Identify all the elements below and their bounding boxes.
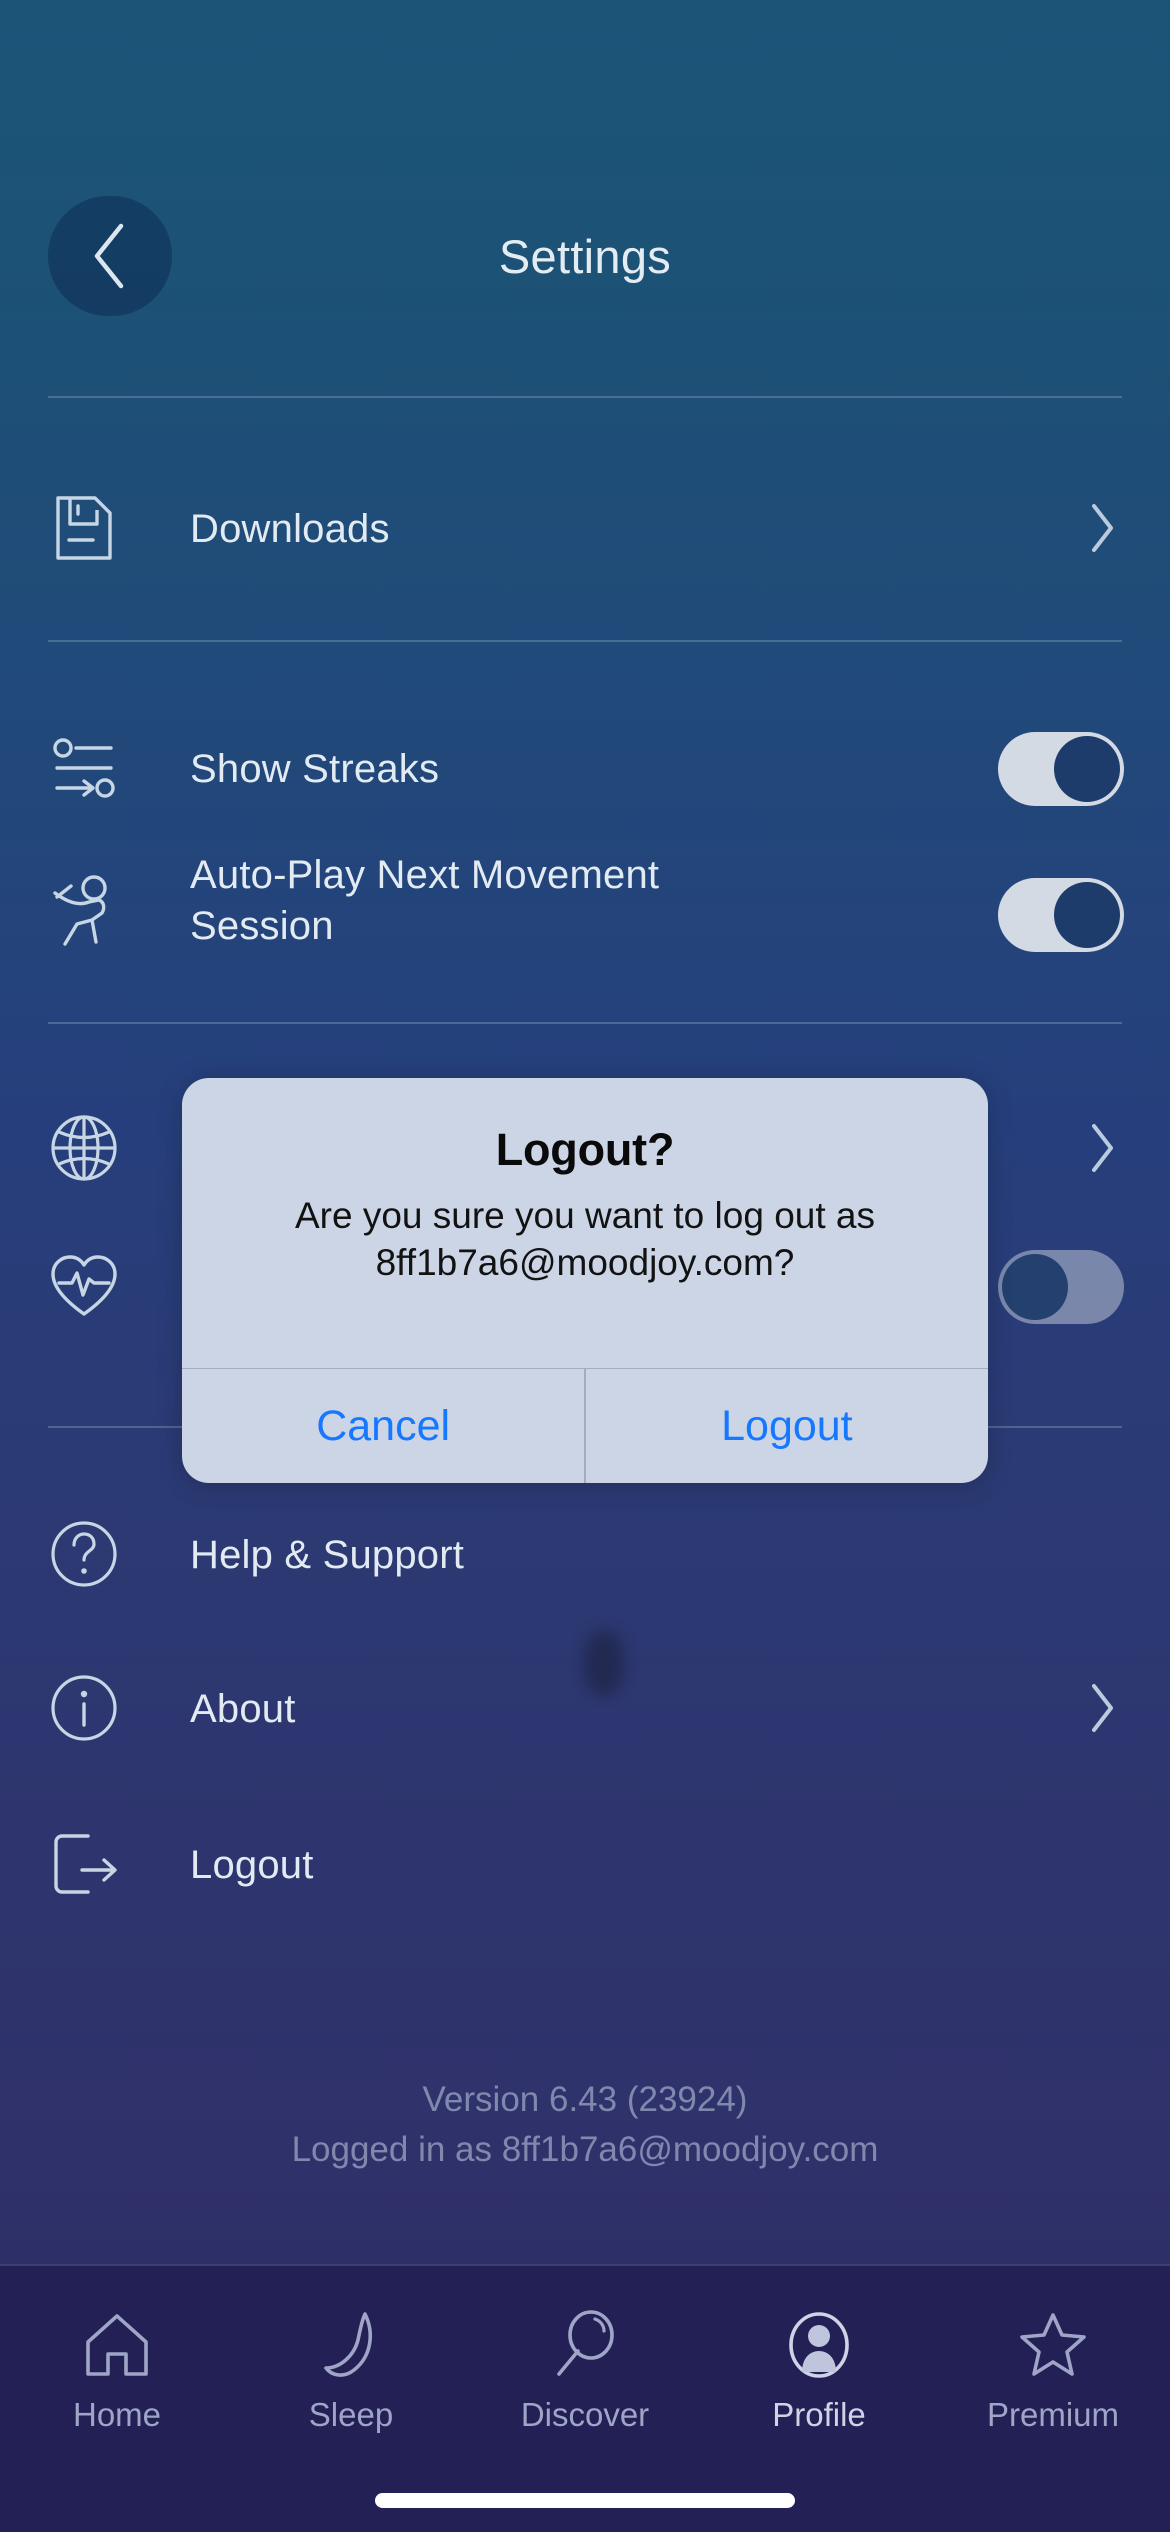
toggle-knob [1054,882,1120,948]
app-screen: Settings Downloads Show Streaks Auto-Pla… [0,0,1170,2532]
home-indicator [375,2493,795,2508]
dialog-message-line2: 8ff1b7a6@moodjoy.com? [375,1242,795,1284]
home-icon [80,2302,154,2382]
divider [48,640,1122,642]
divider [48,396,1122,398]
settings-row-downloads[interactable]: Downloads [0,482,1170,574]
person-circle-icon [782,2302,856,2382]
logged-in-as-text: Logged in as 8ff1b7a6@moodjoy.com [291,2129,879,2169]
star-icon [1016,2302,1090,2382]
chevron-right-icon[interactable] [1082,500,1122,556]
info-circle-icon [46,1670,122,1746]
tab-label: Premium [986,2396,1120,2433]
touch-indicator [583,1630,625,1696]
toggle-knob [1002,1254,1068,1320]
app-version-text: Version 6.43 (23924) [422,2080,748,2119]
dialog-body: Logout? Are you sure you want to log out… [182,1078,988,1368]
bottom-tab-bar: Home Sleep Discover Profile Premium [0,2264,1170,2532]
download-file-icon [46,490,122,566]
settings-row-show-streaks[interactable]: Show Streaks [0,722,1170,814]
moon-icon [314,2302,388,2382]
question-circle-icon [46,1516,122,1592]
settings-row-label: Logout [190,1843,314,1887]
tab-premium[interactable]: Premium [936,2266,1170,2532]
dialog-message-line1: Are you sure you want to log out as [294,1195,875,1236]
settings-row-label: Show Streaks [190,747,440,791]
logout-confirm-dialog: Logout? Are you sure you want to log out… [182,1078,988,1483]
dialog-title: Logout? [495,1124,675,1175]
streaks-icon [46,730,122,806]
autoplay-toggle[interactable] [998,878,1124,952]
movement-person-icon [46,872,122,948]
tab-label: Profile [772,2396,866,2433]
logout-arrow-icon [46,1826,122,1902]
magnifier-icon [548,2302,622,2382]
header: Settings [0,196,1170,316]
settings-row-label: Auto-Play Next Movement Session [190,853,660,949]
settings-row-help-support[interactable]: Help & Support [0,1508,1170,1600]
dialog-message: Are you sure you want to log out as 8ff1… [218,1192,952,1287]
settings-row-autoplay[interactable]: Auto-Play Next Movement Session [0,850,1170,980]
chevron-right-icon[interactable] [1082,1120,1122,1176]
page-title: Settings [498,229,672,283]
tab-label: Sleep [308,2396,394,2433]
settings-row-label: Downloads [190,507,390,551]
settings-row-label: Help & Support [190,1533,465,1577]
health-toggle[interactable] [998,1250,1124,1324]
tab-home[interactable]: Home [0,2266,234,2532]
globe-icon [46,1110,122,1186]
tab-label: Discover [520,2396,650,2433]
dialog-cancel-button[interactable]: Cancel [182,1369,584,1483]
toggle-knob [1054,736,1120,802]
footer-version-info: Version 6.43 (23924) Logged in as 8ff1b7… [0,2075,1170,2174]
show-streaks-toggle[interactable] [998,732,1124,806]
settings-row-label: About [190,1687,296,1731]
divider [48,1022,1122,1024]
tab-label: Home [72,2396,162,2433]
chevron-right-icon[interactable] [1082,1680,1122,1736]
dialog-buttons: Cancel Logout [182,1368,988,1483]
settings-row-logout[interactable]: Logout [0,1818,1170,1910]
heart-pulse-icon [46,1248,122,1324]
dialog-logout-button[interactable]: Logout [586,1369,988,1483]
